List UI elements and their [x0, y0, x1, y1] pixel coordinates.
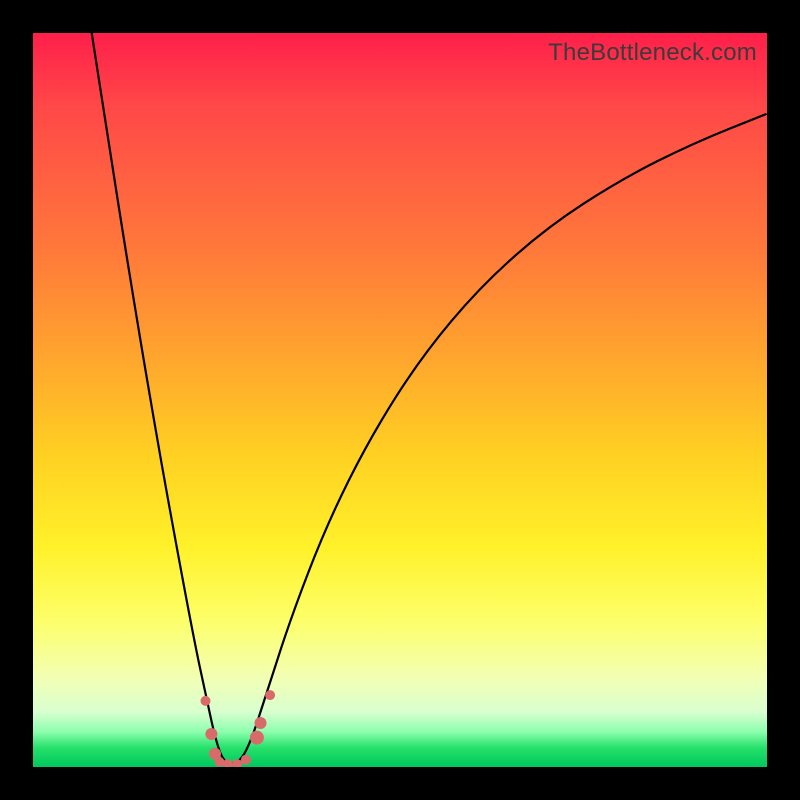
curve-marker — [250, 731, 264, 745]
plot-area: TheBottleneck.com — [33, 33, 767, 767]
curve-marker — [265, 690, 275, 700]
curve-marker — [205, 728, 217, 740]
bottleneck-curve — [33, 33, 767, 767]
curve-marker — [201, 696, 211, 706]
curve-marker — [241, 755, 251, 765]
curve-marker — [255, 717, 267, 729]
curve-line — [92, 33, 767, 763]
chart-frame: TheBottleneck.com — [0, 0, 800, 800]
